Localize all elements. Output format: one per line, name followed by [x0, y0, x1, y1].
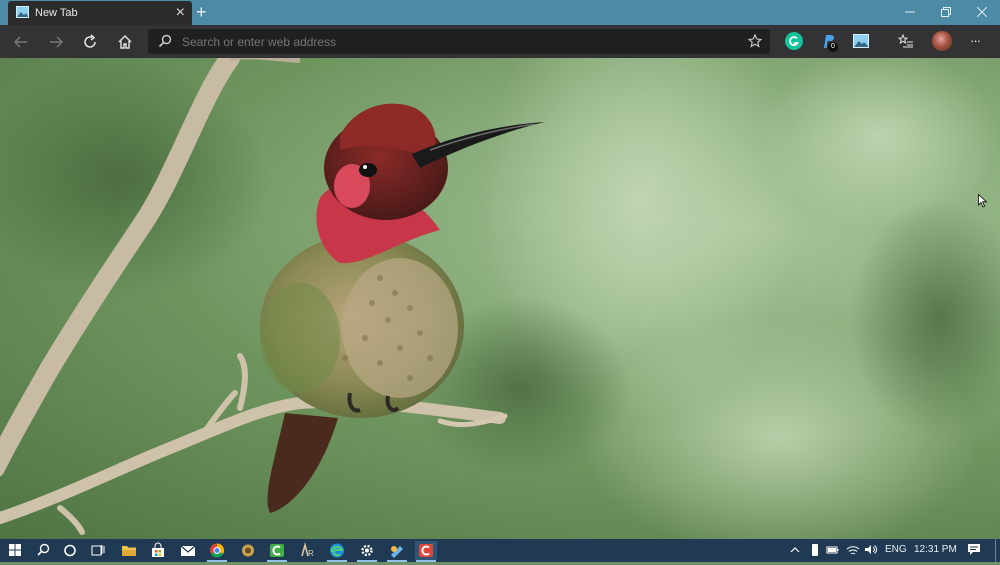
restore-button[interactable]	[928, 0, 964, 25]
edge-icon	[330, 543, 344, 558]
clock[interactable]: 12:31 PM	[914, 542, 957, 558]
image-extension-icon[interactable]	[853, 34, 869, 48]
browser-toolbar: 0 ···	[0, 25, 1000, 58]
volume-icon[interactable]	[864, 543, 878, 556]
camtasia-green-icon	[270, 544, 284, 557]
chrome-icon	[210, 543, 225, 558]
paint-icon	[391, 546, 403, 558]
tab-new-tab[interactable]: New Tab ×	[8, 1, 192, 25]
windows-start-icon[interactable]	[4, 541, 26, 560]
mouse-cursor-icon	[978, 194, 988, 208]
show-desktop-button[interactable]	[995, 539, 996, 562]
search-icon	[158, 34, 172, 48]
refresh-icon[interactable]	[81, 33, 99, 51]
file-explorer-icon[interactable]	[118, 541, 140, 560]
settings-taskbar-button[interactable]	[356, 541, 378, 562]
back-icon[interactable]	[12, 33, 30, 51]
app-icon[interactable]	[237, 541, 259, 560]
close-icon	[976, 6, 988, 18]
svg-text:R: R	[308, 549, 314, 558]
gear-icon	[361, 544, 373, 557]
tab-close-button[interactable]: ×	[176, 3, 185, 23]
app-r-icon[interactable]: R	[296, 541, 318, 560]
profile-avatar[interactable]	[932, 31, 952, 51]
camtasia-recorder-taskbar-button[interactable]	[415, 541, 437, 562]
camtasia-recorder-icon	[419, 544, 433, 557]
edge-taskbar-button[interactable]	[326, 541, 348, 562]
cortana-icon[interactable]	[59, 541, 81, 560]
search-taskbar-icon[interactable]	[32, 541, 54, 560]
forward-icon[interactable]	[47, 33, 65, 51]
address-bar[interactable]	[148, 29, 770, 54]
address-input[interactable]	[180, 31, 724, 53]
minimize-icon	[905, 11, 915, 13]
mail-icon[interactable]	[177, 541, 199, 560]
usb-device-icon[interactable]	[810, 543, 820, 557]
tab-title: New Tab	[35, 7, 78, 19]
new-tab-background-image	[0, 58, 1000, 539]
language-indicator[interactable]: ENG	[885, 542, 907, 558]
grammarly-g-icon	[789, 36, 800, 46]
paint-taskbar-button[interactable]	[386, 541, 408, 562]
chevron-up-icon[interactable]	[789, 545, 801, 555]
restore-icon	[941, 7, 951, 17]
battery-icon[interactable]	[826, 544, 840, 556]
action-center-icon[interactable]	[967, 543, 981, 556]
task-view-icon[interactable]	[87, 541, 109, 560]
chrome-taskbar-button[interactable]	[206, 541, 228, 562]
hummingbird-photo	[0, 58, 1000, 539]
favorites-icon[interactable]	[898, 34, 914, 48]
grammarly-extension-icon[interactable]	[785, 32, 803, 50]
settings-more-button[interactable]: ···	[970, 33, 981, 48]
new-tab-button[interactable]: +	[196, 2, 207, 22]
paypal-extension-icon[interactable]: 0	[820, 33, 838, 52]
camtasia-taskbar-button[interactable]	[266, 541, 288, 562]
extension-badge: 0	[828, 42, 838, 52]
minimize-button[interactable]	[892, 0, 928, 25]
store-icon[interactable]	[147, 541, 169, 560]
wifi-icon[interactable]	[846, 543, 860, 556]
home-icon[interactable]	[116, 33, 134, 51]
title-bar: New Tab × +	[0, 0, 1000, 25]
windows-taskbar: R ENG 12:31 PM	[0, 539, 1000, 562]
favorite-star-icon[interactable]	[748, 34, 762, 48]
close-window-button[interactable]	[964, 0, 1000, 25]
image-icon	[16, 6, 29, 18]
